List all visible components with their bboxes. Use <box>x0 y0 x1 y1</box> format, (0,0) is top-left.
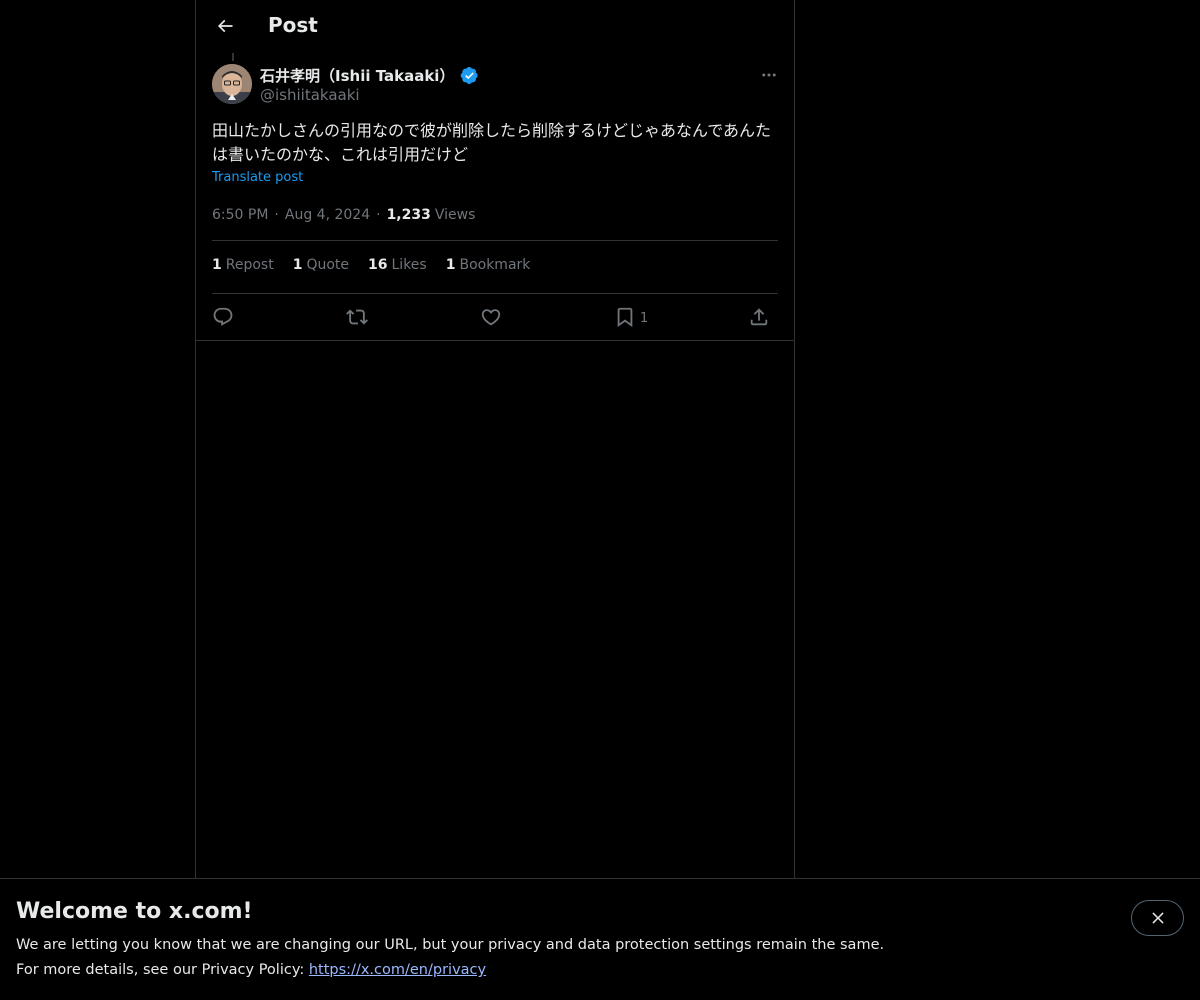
stat-likes[interactable]: 16 Likes <box>368 257 427 277</box>
bookmark-count: 1 <box>640 310 649 326</box>
back-button[interactable] <box>208 9 242 43</box>
stat-quotes[interactable]: 1 Quote <box>293 257 349 277</box>
repost-icon <box>346 309 368 325</box>
share-button[interactable] <box>748 294 770 340</box>
arrow-left-icon <box>217 19 233 33</box>
stat-label: Likes <box>391 257 427 273</box>
primary-column: Post 石井孝明（Ishii Takaaki） @ishiitakaaki 田… <box>195 0 795 880</box>
author-handle[interactable]: @ishiitakaaki <box>260 86 360 104</box>
privacy-policy-link[interactable]: https://x.com/en/privacy <box>309 962 486 978</box>
divider <box>196 340 794 341</box>
tweet-meta: 6:50 PM · Aug 4, 2024 · 1,233 Views <box>212 205 475 225</box>
reply-icon <box>213 307 233 326</box>
bookmark-button[interactable]: 1 <box>614 294 648 340</box>
welcome-banner: Welcome to x.com! We are letting you kno… <box>0 878 1200 1000</box>
more-icon <box>762 73 776 77</box>
close-icon <box>1151 912 1164 924</box>
page-title: Post <box>268 13 318 37</box>
banner-title: Welcome to x.com! <box>16 899 253 924</box>
banner-message: We are letting you know that we are chan… <box>16 937 885 953</box>
tweet-text: 田山たかしさんの引用なので彼が削除したら削除するけどじゃあなんであんたは書いたの… <box>212 121 772 164</box>
banner-privacy-prefix: For more details, see our Privacy Policy… <box>16 962 309 978</box>
more-options-button[interactable] <box>756 64 782 86</box>
tweet-stats: 1 Repost 1 Quote 16 Likes 1 Bookmark <box>212 257 530 277</box>
avatar-image <box>212 64 252 104</box>
tweet-time[interactable]: 6:50 PM <box>212 207 268 223</box>
meta-separator: · <box>274 207 279 223</box>
stat-count: 1 <box>212 257 222 273</box>
verified-badge-icon <box>460 66 479 85</box>
stat-count: 1 <box>292 257 303 273</box>
views-label: Views <box>434 207 476 223</box>
action-bar: 1 <box>212 294 778 340</box>
stat-count: 16 <box>368 257 388 273</box>
stat-label: Repost <box>225 257 274 273</box>
bookmark-icon <box>617 307 633 328</box>
stat-reposts[interactable]: 1 Repost <box>212 257 274 277</box>
heart-icon <box>481 309 501 326</box>
share-icon <box>750 308 768 326</box>
repost-button[interactable] <box>346 294 368 340</box>
thread-connector <box>232 53 234 61</box>
like-button[interactable] <box>480 294 502 340</box>
tweet-date[interactable]: Aug 4, 2024 <box>285 207 370 223</box>
stat-label: Quote <box>306 257 350 273</box>
meta-separator: · <box>376 207 381 223</box>
views-count: 1,233 <box>386 207 431 223</box>
stat-bookmarks[interactable]: 1 Bookmark <box>446 257 531 277</box>
avatar[interactable] <box>212 64 252 104</box>
stat-label: Bookmark <box>459 257 531 273</box>
close-banner-button[interactable] <box>1131 900 1184 936</box>
author-name[interactable]: 石井孝明（Ishii Takaaki） <box>260 64 479 86</box>
top-bar: Post <box>196 0 794 53</box>
reply-button[interactable] <box>212 294 234 340</box>
divider <box>212 240 778 241</box>
stat-count: 1 <box>445 257 456 273</box>
translate-post-link[interactable]: Translate post <box>212 170 303 185</box>
author-name-text: 石井孝明（Ishii Takaaki） <box>260 66 455 85</box>
banner-privacy-line: For more details, see our Privacy Policy… <box>16 962 486 978</box>
